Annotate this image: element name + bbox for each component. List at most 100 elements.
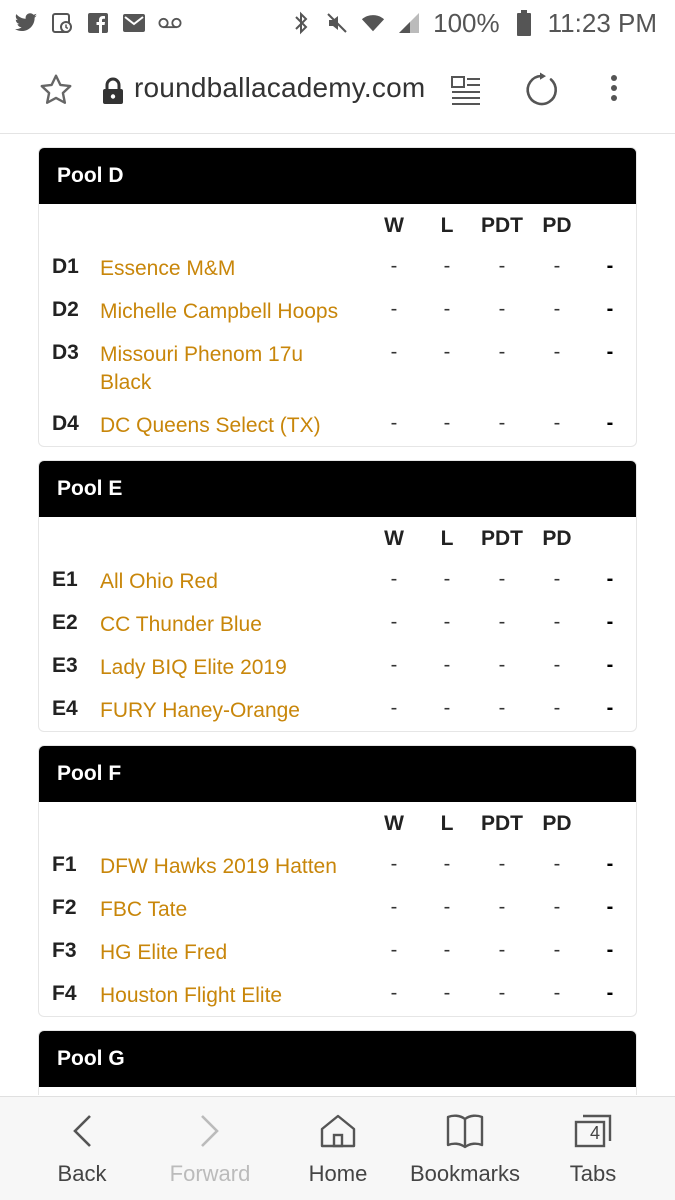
table-row: D1 Essence M&M - - - - - [39,246,636,289]
col-w: W [384,527,404,550]
col-pd: PD [542,812,572,835]
home-icon [318,1111,358,1151]
team-seed: D2 [52,298,79,321]
team-link[interactable]: DFW Hawks 2019 Hatten [100,853,368,881]
facebook-icon [86,11,110,35]
stat-pdt: - [498,896,506,918]
bookmark-star-icon[interactable] [38,72,74,108]
stat-l: - [443,568,451,590]
pool-card: Pool F W L PDT PD F1 DFW Hawks 2019 Hatt… [38,745,637,1017]
team-link[interactable]: Lady BIQ Elite 2019 [100,654,368,682]
column-headers: W L PDT PD [39,204,636,246]
stat-pd: - [553,255,561,277]
forward-label: Forward [169,1161,251,1186]
team-seed: D4 [52,412,79,435]
stat-l: - [443,412,451,434]
team-link[interactable]: Houston Flight Elite [100,982,368,1010]
twitter-icon [14,11,38,35]
home-button[interactable]: Home [273,1097,403,1200]
bookmarks-button[interactable]: Bookmarks [400,1097,530,1200]
pool-title: Pool F [39,746,636,802]
stat-pdt: - [498,412,506,434]
table-row: F3 HG Elite Fred - - - - - [39,930,636,973]
stat-pd: - [553,568,561,590]
reader-mode-icon[interactable] [450,74,482,106]
stat-w: - [390,654,398,676]
table-row: D3 Missouri Phenom 17u Black - - - - - [39,332,636,403]
stat-pdt: - [498,341,506,363]
team-link[interactable]: All Ohio Red [100,568,368,596]
stat-pdt: - [498,611,506,633]
stat-l: - [443,341,451,363]
stat-l: - [443,298,451,320]
stat-extra: - [606,298,614,320]
team-link[interactable]: FURY Haney-Orange [100,697,368,725]
stat-l: - [443,896,451,918]
stat-pdt: - [498,982,506,1004]
stat-pd: - [553,697,561,719]
stat-extra: - [606,341,614,363]
page-content[interactable]: Pool D W L PDT PD D1 Essence M&M - - - -… [0,135,675,1095]
stat-pd: - [553,611,561,633]
team-seed: F2 [52,896,77,919]
team-link[interactable]: HG Elite Fred [100,939,368,967]
stat-l: - [443,611,451,633]
table-row: E2 CC Thunder Blue - - - - - [39,602,636,645]
battery-icon [512,10,536,36]
forward-button[interactable]: Forward [145,1097,275,1200]
bluetooth-icon [289,11,313,35]
team-link[interactable]: CC Thunder Blue [100,611,368,639]
col-pd: PD [542,214,572,237]
team-link[interactable]: Michelle Campbell Hoops [100,298,368,326]
voicemail-icon [158,11,182,35]
team-link[interactable]: DC Queens Select (TX) [100,412,368,440]
status-right: 100% 11:23 PM [289,8,657,39]
mute-icon [325,11,349,35]
team-seed: E2 [52,611,78,634]
pool-card: Pool E W L PDT PD E1 All Ohio Red - - - … [38,460,637,732]
stat-extra: - [606,611,614,633]
team-seed: F3 [52,939,77,962]
team-link[interactable]: FBC Tate [100,896,368,924]
team-seed: E4 [52,697,78,720]
stat-w: - [390,255,398,277]
table-row: D4 DC Queens Select (TX) - - - - - [39,403,636,446]
lock-icon [102,77,128,105]
tabs-label: Tabs [569,1161,617,1186]
stat-w: - [390,982,398,1004]
battery-percent: 100% [433,7,500,38]
stat-w: - [390,896,398,918]
table-row: D2 Michelle Campbell Hoops - - - - - [39,289,636,332]
pool-title: Pool E [39,461,636,517]
back-label: Back [57,1161,107,1186]
col-l: L [440,527,454,550]
team-seed: E1 [52,568,78,591]
stat-extra: - [606,896,614,918]
stat-l: - [443,697,451,719]
status-bar: 100% 11:23 PM [0,0,675,46]
col-pdt: PDT [481,527,523,550]
stat-pd: - [553,982,561,1004]
tab-count: 4 [589,1123,600,1143]
table-row: E3 Lady BIQ Elite 2019 - - - - - [39,645,636,688]
tabs-button[interactable]: 4 Tabs [528,1097,658,1200]
refresh-icon[interactable] [522,71,560,109]
bottom-nav: Back Forward Home Bookmarks 4 Tabs [0,1096,675,1200]
table-row: E4 FURY Haney-Orange - - - - - [39,688,636,731]
pool-title: Pool D [39,148,636,204]
stat-pdt: - [498,697,506,719]
team-link[interactable]: Essence M&M [100,255,368,283]
calendar-icon [50,11,74,35]
chevron-right-icon [190,1111,230,1151]
url-field[interactable]: roundballacademy.com [134,72,425,104]
wifi-icon [361,11,385,35]
column-headers: W L PDT PD [39,517,636,559]
back-button[interactable]: Back [17,1097,147,1200]
more-menu-icon[interactable] [604,72,624,108]
team-link[interactable]: Missouri Phenom 17u Black [100,341,340,397]
col-w: W [384,812,404,835]
stat-pd: - [553,341,561,363]
stat-pd: - [553,412,561,434]
stat-extra: - [606,697,614,719]
stat-pd: - [553,939,561,961]
